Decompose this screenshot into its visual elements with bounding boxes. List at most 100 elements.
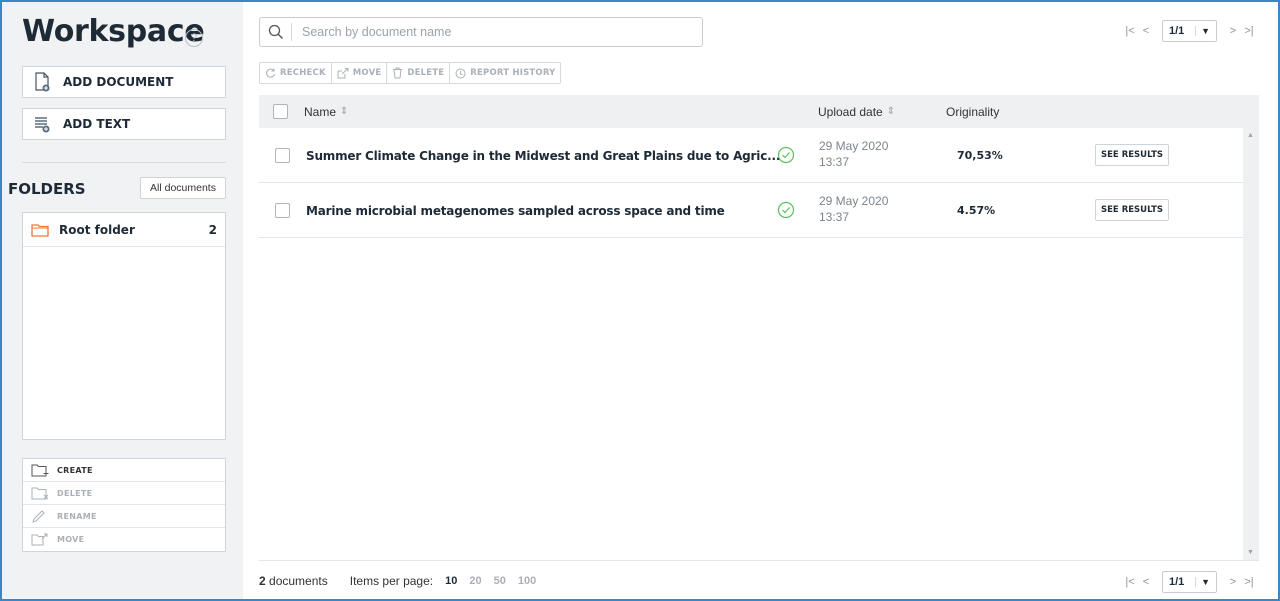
check-circle-icon <box>777 201 795 224</box>
all-documents-button[interactable]: All documents <box>140 177 226 199</box>
history-icon <box>455 68 466 78</box>
help-icon[interactable]: ? <box>185 29 203 47</box>
table-bottom-divider <box>259 560 1259 561</box>
trash-icon <box>393 67 403 79</box>
document-name[interactable]: Summer Climate Change in the Midwest and… <box>306 128 780 183</box>
page-select-value: 1/1 <box>1169 25 1185 37</box>
check-circle-icon <box>777 146 795 169</box>
refresh-icon <box>266 68 275 78</box>
last-page-button[interactable]: >| <box>1241 576 1257 588</box>
upload-date: 29 May 2020 13:37 <box>819 138 888 170</box>
folder-list: Root folder 2 <box>22 212 226 440</box>
folder-icon <box>31 223 49 237</box>
document-count: 2 <box>259 574 266 588</box>
prev-page-button[interactable]: < <box>1138 576 1154 588</box>
move-label: MOVE <box>352 68 382 78</box>
scroll-down-arrow[interactable]: ▼ <box>1247 549 1254 556</box>
folder-move-icon <box>31 533 48 546</box>
delete-folder-button[interactable]: DELETE <box>23 482 225 505</box>
create-folder-button[interactable]: CREATE <box>23 459 225 482</box>
row-checkbox[interactable] <box>275 203 290 218</box>
folder-actions: CREATE DELETE RENAME MOVE <box>22 458 226 552</box>
pager-top: |< < 1/1 ▼ > >| <box>1122 20 1257 42</box>
search-box <box>259 17 703 47</box>
add-text-icon <box>35 117 50 133</box>
page-select-value: 1/1 <box>1169 576 1185 588</box>
add-document-label: ADD DOCUMENT <box>63 75 174 89</box>
column-upload-date-label: Upload date <box>818 104 883 119</box>
see-results-button[interactable]: SEE RESULTS <box>1095 144 1169 166</box>
first-page-button[interactable]: |< <box>1122 576 1138 588</box>
rename-folder-button[interactable]: RENAME <box>23 505 225 528</box>
workspace-title: Workspace <box>22 14 205 49</box>
move-folder-button[interactable]: MOVE <box>23 528 225 551</box>
report-history-button[interactable]: REPORT HISTORY <box>450 63 560 83</box>
rename-folder-label: RENAME <box>57 511 97 521</box>
add-document-icon <box>35 72 50 92</box>
move-folder-label: MOVE <box>57 535 85 544</box>
first-page-button[interactable]: |< <box>1122 25 1138 37</box>
search-icon[interactable] <box>260 23 292 41</box>
folders-title: FOLDERS <box>8 180 86 198</box>
per-page-option-20[interactable]: 20 <box>469 575 481 587</box>
upload-date-day: 29 May 2020 <box>819 139 889 153</box>
document-toolbar: RECHECK MOVE DELETE REPORT HISTORY <box>259 62 562 84</box>
sort-icon: ⇕ <box>340 106 349 117</box>
sort-icon: ⇕ <box>886 106 896 117</box>
delete-button[interactable]: DELETE <box>387 63 451 83</box>
items-per-page-label: Items per page: <box>349 574 434 588</box>
select-all-checkbox[interactable] <box>273 104 288 119</box>
folder-item-root[interactable]: Root folder 2 <box>23 213 225 247</box>
document-count-label: documents <box>269 574 328 588</box>
document-table-body: Summer Climate Change in the Midwest and… <box>259 128 1243 238</box>
next-page-button[interactable]: > <box>1225 576 1241 588</box>
next-page-button[interactable]: > <box>1225 25 1241 37</box>
move-button[interactable]: MOVE <box>332 63 388 83</box>
upload-date-time: 13:37 <box>819 155 850 169</box>
search-input[interactable] <box>292 25 702 39</box>
column-upload-date-header[interactable]: Upload date ⇕ <box>818 95 895 128</box>
column-name-label: Name <box>304 104 337 119</box>
recheck-label: RECHECK <box>280 68 326 78</box>
per-page-option-100[interactable]: 100 <box>518 575 536 587</box>
column-name-header[interactable]: Name ⇕ <box>304 95 348 128</box>
report-history-label: REPORT HISTORY <box>470 68 556 78</box>
recheck-button[interactable]: RECHECK <box>260 63 332 83</box>
delete-folder-label: DELETE <box>57 488 93 498</box>
document-name[interactable]: Marine microbial metagenomes sampled acr… <box>306 183 725 238</box>
row-checkbox[interactable] <box>275 148 290 163</box>
add-document-button[interactable]: ADD DOCUMENT <box>22 66 226 98</box>
folder-plus-icon <box>31 464 49 476</box>
prev-page-button[interactable]: < <box>1138 25 1154 37</box>
table-row[interactable]: Summer Climate Change in the Midwest and… <box>259 128 1243 183</box>
folder-delete-icon <box>31 487 49 499</box>
page-select[interactable]: 1/1 ▼ <box>1162 20 1217 42</box>
table-header: Name ⇕ Upload date ⇕ Originality <box>259 95 1259 128</box>
delete-label: DELETE <box>407 68 445 78</box>
sidebar-divider <box>22 162 226 163</box>
per-page-option-50[interactable]: 50 <box>494 575 506 587</box>
upload-date: 29 May 2020 13:37 <box>819 193 888 225</box>
upload-date-day: 29 May 2020 <box>819 194 889 208</box>
table-row[interactable]: Marine microbial metagenomes sampled acr… <box>259 183 1243 238</box>
move-icon <box>337 67 349 78</box>
add-text-button[interactable]: ADD TEXT <box>22 108 226 140</box>
folder-count: 2 <box>208 222 217 237</box>
pager-bottom: |< < 1/1 ▼ > >| <box>1122 571 1257 593</box>
folder-name: Root folder <box>59 222 135 237</box>
add-text-label: ADD TEXT <box>63 117 131 131</box>
upload-date-time: 13:37 <box>819 210 850 224</box>
table-scrollbar[interactable]: ▲ ▼ <box>1243 128 1259 560</box>
page-select[interactable]: 1/1 ▼ <box>1162 571 1217 593</box>
scroll-up-arrow[interactable]: ▲ <box>1247 132 1254 139</box>
chevron-down-icon: ▼ <box>1195 26 1210 36</box>
see-results-button[interactable]: SEE RESULTS <box>1095 199 1169 221</box>
originality-value: 70,53% <box>957 149 1003 162</box>
pencil-icon <box>32 509 45 523</box>
originality-value: 4.57% <box>957 204 996 217</box>
last-page-button[interactable]: >| <box>1241 25 1257 37</box>
per-page-option-10[interactable]: 10 <box>445 575 457 587</box>
create-folder-label: CREATE <box>57 465 93 475</box>
select-all-cell <box>273 95 288 128</box>
column-originality-label: Originality <box>946 104 1000 119</box>
